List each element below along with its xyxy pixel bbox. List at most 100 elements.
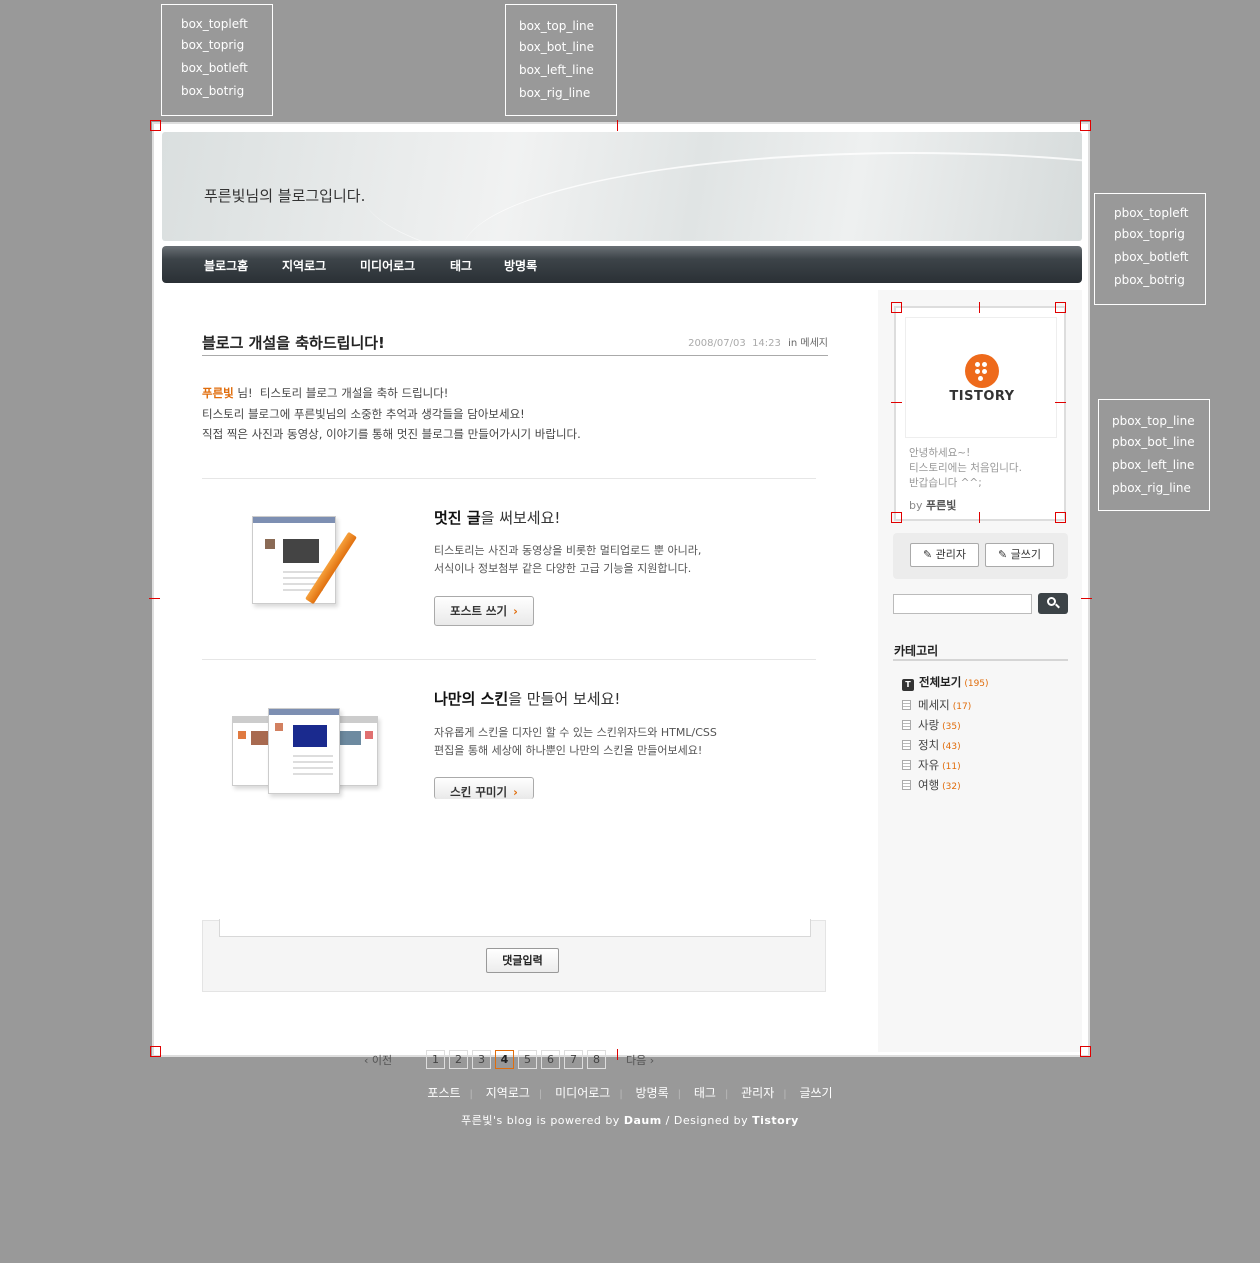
footer-link-write[interactable]: 글쓰기	[799, 1086, 832, 1100]
page-link-current[interactable]: 4	[495, 1050, 514, 1069]
pagination: ‹ 이전 1 2 3 4 5 6 7 8 다음 ›	[364, 1050, 684, 1070]
nav-location-log[interactable]: 지역로그	[282, 257, 326, 274]
post-divider	[202, 355, 828, 356]
blog-header: 푸른빛님의 블로그입니다.	[162, 132, 1082, 241]
comment-box: 댓글입력	[202, 919, 826, 992]
page-container: 푸른빛님의 블로그입니다. 블로그홈 지역로그 미디어로그 태그 방명록 블로그…	[152, 122, 1090, 1069]
page-link[interactable]: 1	[426, 1050, 445, 1069]
feature-desc: 자유롭게 스킨을 디자인 할 수 있는 스킨위자드와 HTML/CSS 편집을 …	[434, 724, 717, 760]
admin-button[interactable]: ✎ 관리자	[910, 543, 979, 567]
legend-text: box_top_line	[519, 19, 595, 33]
footer-link-post[interactable]: 포스트	[427, 1086, 460, 1100]
nav-media-log[interactable]: 미디어로그	[360, 257, 415, 274]
post-illustration	[252, 516, 336, 604]
legend-text: box_toprig	[181, 38, 245, 52]
chevron-right-icon: ›	[646, 1054, 655, 1067]
footer-link-media-log[interactable]: 미디어로그	[555, 1086, 610, 1100]
feature-title-rest: 을 만들어 보세요!	[508, 690, 621, 708]
category-item-label: 사랑	[918, 718, 940, 732]
page-link[interactable]: 7	[564, 1050, 583, 1069]
footer-link-guestbook[interactable]: 방명록	[636, 1086, 669, 1100]
footer-link-tag[interactable]: 태그	[694, 1086, 716, 1100]
next-label: 다음	[626, 1054, 647, 1067]
category-item[interactable]: 사랑 (35)	[902, 717, 961, 733]
credit-tistory-link[interactable]: Tistory	[752, 1114, 799, 1127]
legend-box-lines: box_top_line box_bot_line box_left_line …	[505, 4, 617, 116]
document-icon	[902, 780, 911, 790]
edge-marker	[891, 402, 902, 403]
legend-pbox-corners: pbox_topleft pbox_toprig pbox_botleft pb…	[1094, 193, 1206, 305]
admin-label: 관리자	[935, 548, 967, 561]
blog-title[interactable]: 푸른빛님의 블로그입니다.	[204, 185, 365, 206]
search-input[interactable]	[893, 594, 1032, 614]
corner-marker	[150, 120, 161, 131]
edge-marker	[149, 598, 160, 599]
category-divider	[893, 659, 1068, 661]
page-link[interactable]: 3	[472, 1050, 491, 1069]
header-swoosh	[362, 132, 1082, 241]
edge-marker	[1081, 598, 1092, 599]
category-item-label: 메세지	[918, 698, 950, 712]
nav-guestbook[interactable]: 방명록	[504, 257, 537, 274]
post-title[interactable]: 블로그 개설을 축하드립니다!	[202, 332, 385, 353]
credit-mid: / Designed by	[661, 1114, 753, 1127]
credit-daum-link[interactable]: Daum	[624, 1114, 662, 1127]
category-item-count: (35)	[942, 722, 961, 732]
document-icon	[902, 760, 911, 770]
profile-author: by 푸른빛	[909, 497, 956, 513]
page-link[interactable]: 5	[518, 1050, 537, 1069]
search-button[interactable]	[1038, 593, 1068, 614]
write-button[interactable]: ✎ 글쓰기	[985, 543, 1054, 567]
comment-submit-button[interactable]: 댓글입력	[486, 948, 559, 973]
footer-credit: 푸른빛's blog is powered by Daum / Designed…	[0, 1112, 1260, 1128]
category-item-count: (32)	[942, 782, 961, 792]
category-item[interactable]: 메세지 (17)	[902, 697, 971, 713]
intro-text: 님! 티스토리 블로그 개설을 축하 드립니다!	[233, 386, 449, 400]
skin-preview	[268, 708, 340, 794]
wrench-icon: ✎	[922, 548, 933, 561]
legend-text: box_left_line	[519, 63, 594, 77]
customize-skin-label: 스킨 꾸미기	[450, 785, 508, 799]
comment-textarea[interactable]	[219, 919, 811, 937]
document-icon	[902, 700, 911, 710]
page-link[interactable]: 6	[541, 1050, 560, 1069]
write-post-label: 포스트 쓰기	[450, 604, 508, 618]
footer-link-location-log[interactable]: 지역로그	[486, 1086, 530, 1100]
category-item[interactable]: 자유 (11)	[902, 757, 961, 773]
corner-marker	[150, 1046, 161, 1057]
feature-desc-line: 편집을 통해 세상에 하나뿐인 나만의 스킨을 만들어보세요!	[434, 744, 703, 757]
category-item[interactable]: 여행 (32)	[902, 777, 961, 793]
category-item-label: 여행	[918, 778, 940, 792]
profile-message-line: 안녕하세요~!	[909, 447, 971, 459]
write-post-button[interactable]: 포스트 쓰기 ›	[434, 596, 534, 626]
category-item[interactable]: 정치 (43)	[902, 737, 961, 753]
pencil-icon: ✎	[997, 548, 1008, 561]
profile-box: TISTORY 안녕하세요~! 티스토리에는 처음입니다. 반갑습니다 ^^; …	[894, 306, 1066, 521]
feature-title: 멋진 글을 써보세요!	[434, 507, 560, 528]
footer-link-admin[interactable]: 관리자	[741, 1086, 774, 1100]
edge-marker	[617, 120, 618, 131]
post-in-label: in	[788, 338, 798, 349]
category-item-label: 정치	[918, 738, 940, 752]
post-date: 2008/07/03 14:23	[688, 338, 781, 349]
profile-message-line: 티스토리에는 처음입니다.	[909, 462, 1022, 474]
feature-title: 나만의 스킨을 만들어 보세요!	[434, 688, 620, 709]
post-category-link[interactable]: 메세지	[800, 338, 828, 349]
profile-image: TISTORY	[905, 317, 1057, 438]
nav-blog-home[interactable]: 블로그홈	[204, 257, 248, 274]
sidebar: TISTORY 안녕하세요~! 티스토리에는 처음입니다. 반갑습니다 ^^; …	[878, 290, 1082, 1052]
prev-page-link[interactable]: ‹ 이전	[364, 1052, 392, 1068]
intro-line: 티스토리 블로그에 푸른빛님의 소중한 추억과 생각들을 담아보세요!	[202, 407, 525, 421]
legend-text: pbox_rig_line	[1112, 481, 1191, 495]
edge-marker	[1055, 402, 1066, 403]
page-link[interactable]: 8	[587, 1050, 606, 1069]
tistory-logo-icon	[965, 354, 999, 388]
write-label: 글쓰기	[1010, 548, 1042, 561]
legend-text: pbox_left_line	[1112, 458, 1195, 472]
category-all[interactable]: T 전체보기 (195)	[902, 674, 989, 691]
nav-tag[interactable]: 태그	[450, 257, 472, 274]
page-link[interactable]: 2	[449, 1050, 468, 1069]
next-page-link[interactable]: 다음 ›	[626, 1052, 654, 1068]
profile-by-name: 푸른빛	[926, 499, 957, 512]
customize-skin-button[interactable]: 스킨 꾸미기 ›	[434, 777, 534, 799]
